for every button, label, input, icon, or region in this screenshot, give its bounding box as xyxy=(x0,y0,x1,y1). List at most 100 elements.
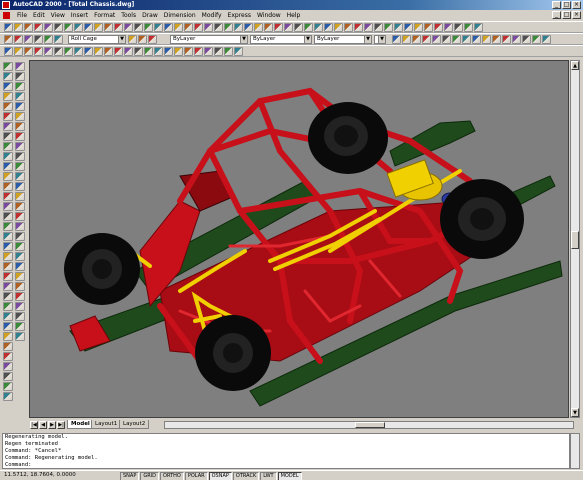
draw-tool-icon[interactable] xyxy=(3,222,13,231)
draw-tool-icon[interactable] xyxy=(3,172,13,181)
draw-tool-icon[interactable] xyxy=(3,262,13,271)
draw-tool-icon[interactable] xyxy=(3,102,13,111)
drawing-area[interactable] xyxy=(29,60,569,418)
draw-tool-icon[interactable] xyxy=(3,292,13,301)
standard-tool-icon[interactable] xyxy=(244,23,253,32)
draw-tool-icon[interactable] xyxy=(3,362,13,371)
menu-draw[interactable]: Draw xyxy=(139,12,161,19)
standard-tool-icon[interactable] xyxy=(314,23,323,32)
modify-tool-icon[interactable] xyxy=(24,47,33,56)
edit-tool-icon[interactable] xyxy=(15,102,25,111)
standard-tool-icon[interactable] xyxy=(124,23,133,32)
maximize-button[interactable]: □ xyxy=(562,1,571,9)
draw-tool-icon[interactable] xyxy=(3,352,13,361)
tab-next-icon[interactable]: ▶ xyxy=(48,421,56,429)
chevron-down-icon[interactable]: ▼ xyxy=(364,36,371,43)
layer-tool-icon[interactable] xyxy=(34,35,43,44)
modify-tool-icon[interactable] xyxy=(154,47,163,56)
menu-express[interactable]: Express xyxy=(225,12,254,19)
horizontal-scrollbar[interactable] xyxy=(164,421,574,429)
autocad-app-icon[interactable] xyxy=(2,1,10,9)
menu-help[interactable]: Help xyxy=(284,12,304,19)
standard-tool-icon[interactable] xyxy=(474,23,483,32)
osnap-toggle[interactable]: OSNAP xyxy=(208,472,232,480)
standard-tool-icon[interactable] xyxy=(154,23,163,32)
view-tool-icon[interactable] xyxy=(442,35,451,44)
view-tool-icon[interactable] xyxy=(432,35,441,44)
draw-tool-icon[interactable] xyxy=(3,162,13,171)
standard-tool-icon[interactable] xyxy=(174,23,183,32)
view-tool-icon[interactable] xyxy=(402,35,411,44)
menu-file[interactable]: File xyxy=(14,12,30,19)
vertical-scroll-thumb[interactable] xyxy=(571,231,579,249)
draw-tool-icon[interactable] xyxy=(3,342,13,351)
standard-tool-icon[interactable] xyxy=(84,23,93,32)
standard-tool-icon[interactable] xyxy=(254,23,263,32)
model-toggle[interactable]: MODEL xyxy=(277,472,302,480)
plotstyle-dropdown[interactable]: ▼ xyxy=(374,35,386,44)
standard-tool-icon[interactable] xyxy=(344,23,353,32)
draw-tool-icon[interactable] xyxy=(3,302,13,311)
horizontal-scroll-thumb[interactable] xyxy=(355,422,385,428)
modify-tool-icon[interactable] xyxy=(234,47,243,56)
standard-tool-icon[interactable] xyxy=(54,23,63,32)
edit-tool-icon[interactable] xyxy=(15,212,25,221)
standard-tool-icon[interactable] xyxy=(204,23,213,32)
standard-tool-icon[interactable] xyxy=(434,23,443,32)
tab-last-icon[interactable]: ▶| xyxy=(57,421,65,429)
standard-tool-icon[interactable] xyxy=(184,23,193,32)
command-window[interactable]: Regenerating model. Regen terminated Com… xyxy=(2,433,570,469)
chevron-down-icon[interactable]: ▼ xyxy=(378,36,385,43)
draw-tool-icon[interactable] xyxy=(3,132,13,141)
draw-tool-icon[interactable] xyxy=(3,252,13,261)
layer-tool-icon[interactable] xyxy=(44,35,53,44)
view-tool-icon[interactable] xyxy=(412,35,421,44)
view-tool-icon[interactable] xyxy=(492,35,501,44)
draw-tool-icon[interactable] xyxy=(3,202,13,211)
scroll-up-icon[interactable]: ▲ xyxy=(571,61,579,70)
close-button[interactable]: × xyxy=(572,1,581,9)
draw-tool-icon[interactable] xyxy=(3,392,13,401)
edit-tool-icon[interactable] xyxy=(15,202,25,211)
draw-tool-icon[interactable] xyxy=(3,152,13,161)
standard-tool-icon[interactable] xyxy=(304,23,313,32)
standard-tool-icon[interactable] xyxy=(94,23,103,32)
standard-tool-icon[interactable] xyxy=(234,23,243,32)
draw-tool-icon[interactable] xyxy=(3,232,13,241)
standard-tool-icon[interactable] xyxy=(34,23,43,32)
edit-tool-icon[interactable] xyxy=(15,192,25,201)
edit-tool-icon[interactable] xyxy=(15,152,25,161)
modify-tool-icon[interactable] xyxy=(224,47,233,56)
edit-tool-icon[interactable] xyxy=(15,132,25,141)
menu-view[interactable]: View xyxy=(48,12,68,19)
edit-tool-icon[interactable] xyxy=(15,322,25,331)
layer-tool-icon[interactable] xyxy=(54,35,63,44)
standard-tool-icon[interactable] xyxy=(44,23,53,32)
menu-edit[interactable]: Edit xyxy=(30,12,48,19)
draw-tool-icon[interactable] xyxy=(3,192,13,201)
doc-close-button[interactable]: × xyxy=(572,11,581,19)
modify-tool-icon[interactable] xyxy=(194,47,203,56)
standard-tool-icon[interactable] xyxy=(114,23,123,32)
standard-tool-icon[interactable] xyxy=(14,23,23,32)
layer-tool-icon[interactable] xyxy=(14,35,23,44)
modify-tool-icon[interactable] xyxy=(34,47,43,56)
modify-tool-icon[interactable] xyxy=(104,47,113,56)
draw-tool-icon[interactable] xyxy=(3,72,13,81)
edit-tool-icon[interactable] xyxy=(15,292,25,301)
standard-tool-icon[interactable] xyxy=(324,23,333,32)
view-tool-icon[interactable] xyxy=(462,35,471,44)
edit-tool-icon[interactable] xyxy=(15,82,25,91)
doc-restore-button[interactable]: □ xyxy=(562,11,571,19)
modify-tool-icon[interactable] xyxy=(144,47,153,56)
layer-dropdown[interactable]: Roll Cage ▼ xyxy=(68,35,126,44)
view-tool-icon[interactable] xyxy=(392,35,401,44)
draw-tool-icon[interactable] xyxy=(3,382,13,391)
draw-tool-icon[interactable] xyxy=(3,332,13,341)
otrack-toggle[interactable]: OTRACK xyxy=(232,472,260,480)
menu-window[interactable]: Window xyxy=(254,12,284,19)
draw-tool-icon[interactable] xyxy=(3,112,13,121)
standard-tool-icon[interactable] xyxy=(294,23,303,32)
standard-tool-icon[interactable] xyxy=(274,23,283,32)
draw-tool-icon[interactable] xyxy=(3,142,13,151)
